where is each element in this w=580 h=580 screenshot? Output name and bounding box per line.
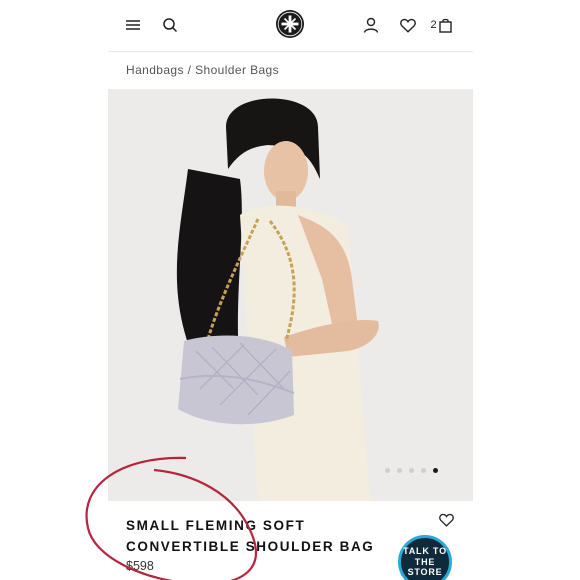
product-title: SMALL FLEMING SOFT CONVERTIBLE SHOULDER … <box>126 518 375 554</box>
account-icon[interactable] <box>358 12 384 38</box>
product-page: 2 Handbags / Shoulder Bags SMALL FLEMING… <box>108 0 473 580</box>
gallery-dot-active[interactable] <box>433 468 438 473</box>
gallery-pagination <box>385 468 438 473</box>
cart-count: 2 <box>430 19 437 31</box>
menu-icon[interactable] <box>120 12 146 38</box>
gallery-dot[interactable] <box>421 468 426 473</box>
add-to-wishlist-icon[interactable] <box>439 513 454 532</box>
product-image[interactable] <box>108 89 473 501</box>
product-price: $598 <box>126 559 154 573</box>
search-icon[interactable] <box>157 12 183 38</box>
gallery-dot[interactable] <box>397 468 402 473</box>
gallery-dot[interactable] <box>385 468 390 473</box>
wishlist-icon[interactable] <box>395 12 421 38</box>
header-divider <box>108 51 473 52</box>
cart-button[interactable]: 2 <box>426 12 456 38</box>
gallery-dot[interactable] <box>409 468 414 473</box>
brand-logo[interactable] <box>275 9 305 39</box>
shopping-bag-icon <box>438 18 452 33</box>
breadcrumb[interactable]: Handbags / Shoulder Bags <box>126 63 279 77</box>
site-header: 2 <box>108 0 473 50</box>
talk-to-store-button[interactable]: TALK TO THE STORE <box>398 535 452 580</box>
model-photo <box>108 89 473 501</box>
product-info: SMALL FLEMING SOFT CONVERTIBLE SHOULDER … <box>108 501 473 580</box>
talk-to-store-label: TALK TO THE STORE <box>403 546 447 578</box>
